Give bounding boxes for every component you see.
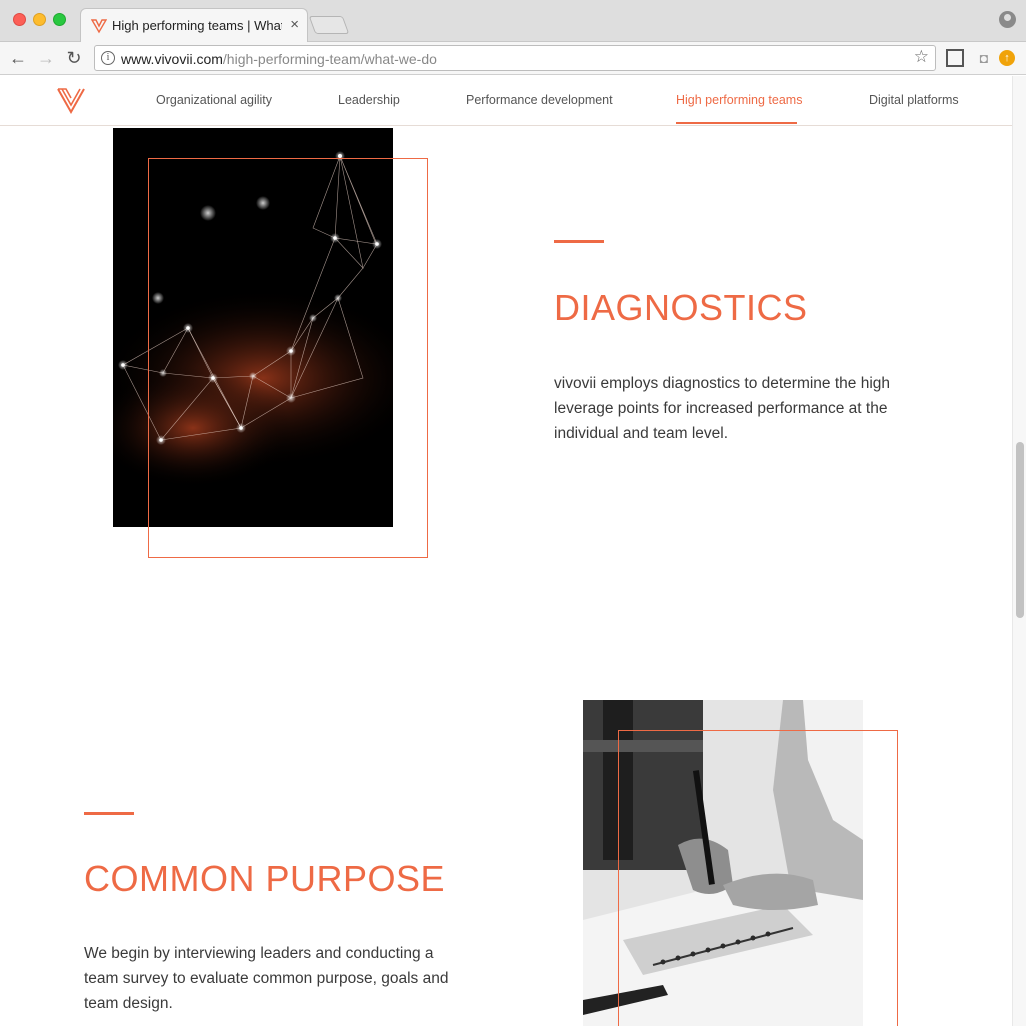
minimize-window-button[interactable] bbox=[33, 13, 46, 26]
vivovii-logo-icon[interactable] bbox=[56, 86, 86, 114]
diagnostics-body: vivovii employs diagnostics to determine… bbox=[554, 375, 891, 442]
back-arrow-icon[interactable]: ← bbox=[6, 46, 30, 70]
site-header: Organizational agility Leadership Perfor… bbox=[0, 76, 1012, 126]
section-accent-bar bbox=[554, 240, 604, 243]
info-icon[interactable]: i bbox=[101, 51, 115, 65]
image-frame-outline bbox=[618, 730, 898, 1026]
nav-leadership[interactable]: Leadership bbox=[338, 93, 400, 107]
nav-organizational-agility[interactable]: Organizational agility bbox=[156, 93, 272, 107]
diagnostics-heading: DIAGNOSTICS bbox=[554, 287, 808, 328]
address-bar[interactable]: i www.vivovii.com/high-performing-team/w… bbox=[94, 45, 936, 71]
scrollbar-thumb[interactable] bbox=[1016, 442, 1024, 618]
update-extension-icon[interactable]: ↑ bbox=[999, 50, 1015, 66]
page-scrollbar[interactable] bbox=[1012, 76, 1026, 1026]
browser-toolbar: ← → ↻ i www.vivovii.com/high-performing-… bbox=[0, 42, 1026, 75]
forward-arrow-icon[interactable]: → bbox=[34, 46, 58, 70]
close-window-button[interactable] bbox=[13, 13, 26, 26]
common-purpose-heading: COMMON PURPOSE bbox=[84, 858, 446, 899]
new-tab-button[interactable] bbox=[308, 16, 350, 34]
profile-icon[interactable] bbox=[999, 11, 1016, 28]
tab-title: High performing teams | What we do bbox=[112, 18, 282, 33]
nav-high-performing-teams[interactable]: High performing teams bbox=[676, 93, 802, 107]
nav-performance-development[interactable]: Performance development bbox=[466, 93, 613, 107]
url-text: www.vivovii.com/high-performing-team/wha… bbox=[121, 51, 437, 67]
browser-titlebar: High performing teams | What we do × bbox=[0, 0, 1026, 42]
common-purpose-body: We begin by interviewing leaders and con… bbox=[84, 945, 449, 1012]
nav-digital-platforms[interactable]: Digital platforms bbox=[869, 93, 959, 107]
tab-close-icon[interactable]: × bbox=[290, 16, 299, 33]
camera-extension-icon[interactable]: ◘ bbox=[975, 49, 993, 67]
section-accent-bar bbox=[84, 812, 134, 815]
image-frame-outline bbox=[148, 158, 428, 558]
screenshot-extension-icon[interactable] bbox=[946, 49, 964, 67]
zoom-window-button[interactable] bbox=[53, 13, 66, 26]
vivovii-favicon-icon bbox=[91, 19, 107, 34]
bookmark-star-icon[interactable]: ☆ bbox=[914, 47, 929, 67]
reload-icon[interactable]: ↻ bbox=[62, 46, 86, 70]
browser-tab[interactable]: High performing teams | What we do × bbox=[80, 8, 308, 42]
page-content: DIAGNOSTICS vivovii employs diagnostics … bbox=[0, 127, 1012, 1026]
active-nav-underline bbox=[676, 122, 797, 124]
